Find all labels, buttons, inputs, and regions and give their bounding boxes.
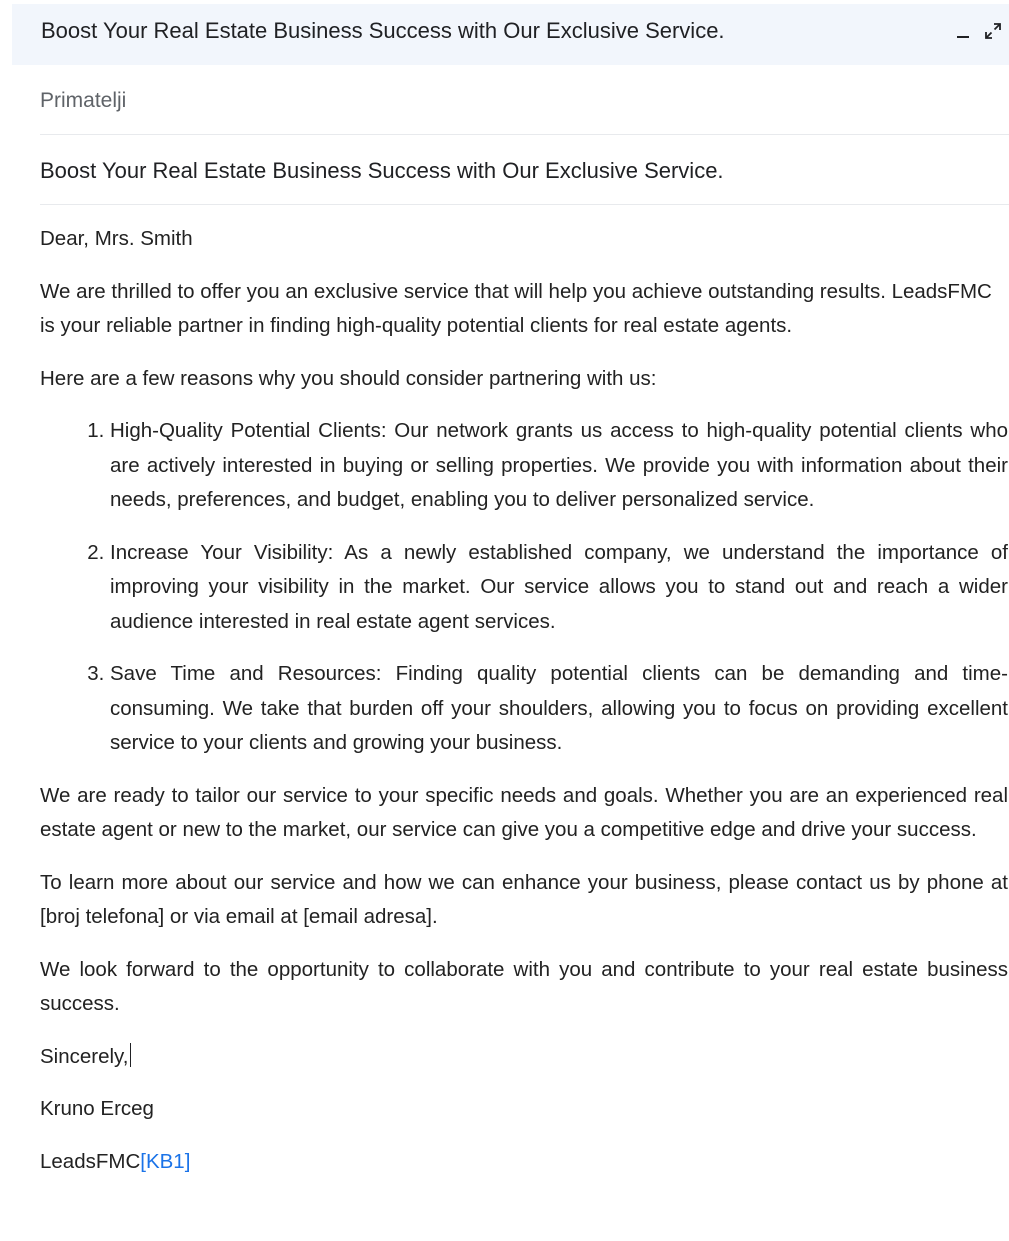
minimize-button[interactable]	[953, 20, 973, 42]
compose-window: Boost Your Real Estate Business Success …	[0, 0, 1009, 1241]
list-item: Save Time and Resources: Finding quality…	[110, 657, 1008, 761]
comment-reference-link[interactable]: [KB1]	[140, 1150, 190, 1173]
compose-title: Boost Your Real Estate Business Success …	[41, 18, 725, 43]
reasons-list: High-Quality Potential Clients: Our netw…	[40, 414, 1008, 761]
tailor-paragraph: We are ready to tailor our service to yo…	[40, 783, 1008, 842]
signature-company-line: LeadsFMC[KB1]	[40, 1145, 1008, 1180]
full-screen-button[interactable]	[983, 20, 1003, 42]
contact-paragraph: To learn more about our service and how …	[40, 870, 1008, 929]
reasons-lead-paragraph: Here are a few reasons why you should co…	[40, 366, 657, 390]
list-item: High-Quality Potential Clients: Our netw…	[110, 414, 1008, 518]
closing-text: Sincerely,	[40, 1044, 129, 1068]
expand-icon	[985, 23, 1001, 39]
recipients-field[interactable]: Primatelji	[40, 87, 126, 115]
closing-paragraph: Sincerely,	[40, 1040, 1008, 1075]
text-cursor	[129, 1042, 131, 1067]
look-forward-paragraph: We look forward to the opportunity to co…	[40, 957, 1008, 1016]
subject-row: Boost Your Real Estate Business Success …	[40, 135, 1009, 205]
recipients-row: Primatelji	[40, 65, 1009, 135]
list-item: Increase Your Visibility: As a newly est…	[110, 536, 1008, 640]
compose-title-bar[interactable]: Boost Your Real Estate Business Success …	[12, 4, 1009, 65]
subject-field[interactable]: Boost Your Real Estate Business Success …	[40, 157, 724, 185]
signature-name: Kruno Erceg	[40, 1097, 154, 1120]
minimize-icon	[957, 36, 969, 38]
window-controls	[953, 20, 1003, 42]
message-body-editor[interactable]: Dear, Mrs. Smith We are thrilled to offe…	[40, 222, 1008, 1197]
signature-company: LeadsFMC	[40, 1149, 141, 1173]
greeting-paragraph: Dear, Mrs. Smith	[40, 227, 193, 250]
intro-paragraph: We are thrilled to offer you an exclusiv…	[40, 279, 992, 338]
